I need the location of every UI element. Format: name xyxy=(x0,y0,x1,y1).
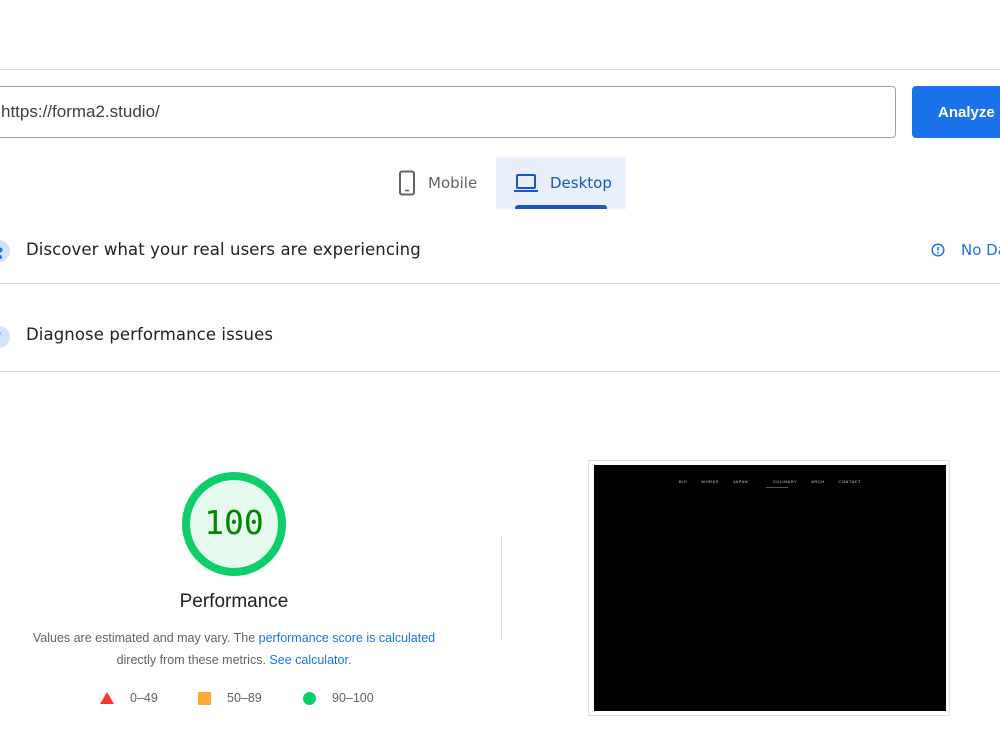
legend-pass: 90–100 xyxy=(303,691,374,705)
tab-mobile-label: Mobile xyxy=(428,174,478,192)
score-calculated-link[interactable]: performance score is calculated xyxy=(259,631,435,645)
thumb-nav-item: BIO xyxy=(678,479,688,484)
header-divider xyxy=(0,69,1000,70)
url-input[interactable] xyxy=(0,86,896,138)
discover-section[interactable]: Discover what your real users are experi… xyxy=(0,222,1000,284)
page-screenshot[interactable]: BIO WORKS JAPAN CULINARY ARCH CONTACT xyxy=(588,460,950,716)
circle-icon xyxy=(303,691,316,705)
desc-text-1: Values are estimated and may vary. The xyxy=(32,631,259,645)
diagnose-section[interactable]: Diagnose performance issues xyxy=(0,306,1000,372)
legend-average-label: 50–89 xyxy=(227,691,262,705)
thumb-nav-item: ARCH xyxy=(811,479,825,484)
legend-average: 50–89 xyxy=(198,691,262,705)
tab-desktop[interactable]: Desktop xyxy=(496,157,626,209)
diagnose-icon xyxy=(0,324,10,355)
vertical-divider xyxy=(501,536,502,640)
screenshot-image: BIO WORKS JAPAN CULINARY ARCH CONTACT xyxy=(594,465,946,711)
see-calculator-link[interactable]: See calculator xyxy=(269,653,348,667)
triangle-icon xyxy=(100,692,114,704)
users-icon xyxy=(0,238,10,269)
legend-pass-label: 90–100 xyxy=(332,691,374,705)
laptop-icon xyxy=(514,173,538,193)
legend-fail-label: 0–49 xyxy=(130,691,158,705)
thumbnail-underline xyxy=(766,487,788,488)
thumb-nav-item: CONTACT xyxy=(838,479,862,484)
thumbnail-nav: BIO WORKS JAPAN CULINARY ARCH CONTACT xyxy=(594,479,946,484)
thumb-nav-item: WORKS xyxy=(701,479,719,484)
tab-mobile[interactable]: Mobile xyxy=(386,157,496,209)
active-tab-indicator xyxy=(515,205,607,209)
discover-title: Discover what your real users are experi… xyxy=(26,240,421,259)
no-data-status[interactable]: No Da xyxy=(931,241,1000,259)
no-data-label: No Da xyxy=(961,241,1000,259)
desc-text-2: directly from these metrics. xyxy=(116,653,270,667)
phone-icon xyxy=(398,170,416,196)
thumb-nav-item: CULINARY xyxy=(773,479,798,484)
performance-description: Values are estimated and may vary. The p… xyxy=(14,627,454,671)
analyze-button[interactable]: Analyze xyxy=(912,86,1000,138)
thumb-nav-item: JAPAN xyxy=(732,479,749,484)
diagnose-title: Diagnose performance issues xyxy=(26,325,274,344)
performance-score: 100 xyxy=(204,503,264,542)
desc-text-3: . xyxy=(347,653,352,667)
tab-desktop-label: Desktop xyxy=(550,174,612,192)
square-icon xyxy=(198,691,211,705)
legend-fail: 0–49 xyxy=(100,691,158,705)
performance-title: Performance xyxy=(179,591,289,612)
info-icon xyxy=(931,243,945,257)
